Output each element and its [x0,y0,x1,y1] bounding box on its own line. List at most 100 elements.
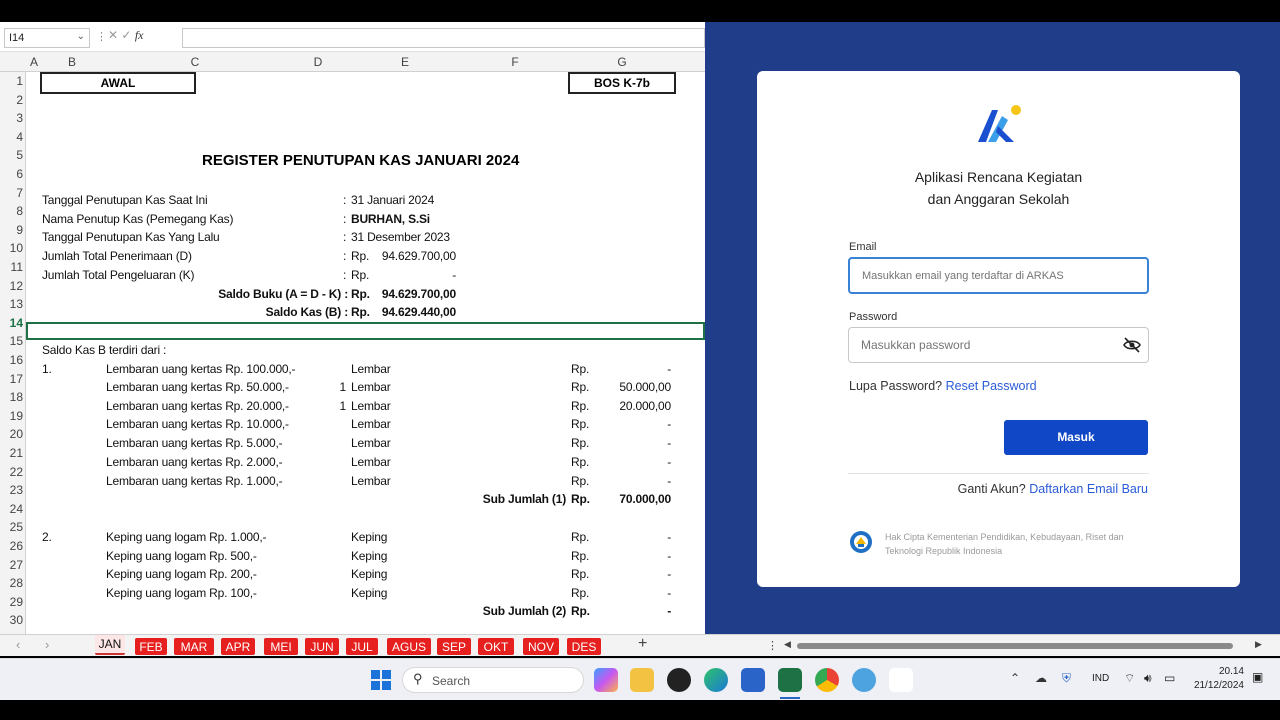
windows-start-icon[interactable] [371,670,391,690]
store-icon[interactable] [741,668,765,692]
name-box[interactable]: I14 ⌄ [4,28,90,48]
row-header[interactable]: 24 [0,502,25,516]
dell-icon[interactable] [667,668,691,692]
row-header[interactable]: 30 [0,613,25,627]
chevron-right-icon[interactable]: › [45,637,49,652]
col-header-d[interactable]: D [288,55,348,69]
value-saldo-buku: 94.629.700,00 [381,287,456,301]
row-header[interactable]: 26 [0,539,25,553]
eye-off-icon[interactable] [1123,337,1141,353]
clock-date[interactable]: 21/12/2024 [1188,680,1244,691]
logam-unit: Keping [351,567,388,581]
row-header[interactable]: 16 [0,353,25,367]
excel-icon[interactable] [778,668,802,692]
login-button[interactable]: Masuk [1004,420,1148,455]
cloud-icon[interactable]: ☁ [1035,671,1047,685]
row-header[interactable]: 11 [0,260,25,274]
row-header[interactable]: 14 [0,316,25,330]
shield-icon[interactable]: ⛨ [1062,671,1071,686]
row-header[interactable]: 22 [0,465,25,479]
row-header[interactable]: 7 [0,186,25,200]
row-header[interactable]: 6 [0,167,25,181]
sheet-tab-okt[interactable]: OKT [478,638,514,655]
row-header[interactable]: 13 [0,297,25,311]
row-header[interactable]: 15 [0,334,25,348]
sheet-tab-jul[interactable]: JUL [346,638,378,655]
sheet-tab-apr[interactable]: APR [221,638,255,655]
row-header[interactable]: 1 [0,74,25,88]
sheet-tabs-bar: ‹ › JAN FEB MAR APR MEI JUN JUL AGUS SEP OKT NOV DE… [0,634,705,656]
scroll-right-icon[interactable]: ▶ [1255,639,1262,650]
add-sheet-button[interactable]: + [638,635,647,653]
col-header-b[interactable]: B [42,55,102,69]
sheet-tab-nov[interactable]: NOV [523,638,559,655]
volume-icon[interactable]: 🔊︎ [1144,671,1152,686]
logam-label: Keping uang logam Rp. 100,- [106,586,257,600]
chevron-left-icon[interactable]: ‹ [16,637,20,652]
row-header[interactable]: 29 [0,595,25,609]
row-header[interactable]: 19 [0,409,25,423]
password-field[interactable] [848,327,1149,363]
col-header-f[interactable]: F [462,55,568,69]
selected-cell[interactable] [26,322,705,340]
search-box[interactable]: ⚲ Search [402,667,584,693]
label-saldo-kas-b: Saldo Kas B terdiri dari : [42,343,167,357]
excel-window: I14 ⌄ ⋮ ✕ ✓ fx A B C D E F G 1 2 3 4 5 6 7 8 9 10 1… [0,22,705,634]
col-header-c[interactable]: C [102,55,288,69]
sheet-tab-des[interactable]: DES [567,638,601,655]
battery-icon[interactable]: ▭ [1164,671,1175,685]
copilot-icon[interactable] [594,668,618,692]
sheet-tab-agus[interactable]: AGUS [387,638,431,655]
value-tanggal-lalu: 31 Desember 2023 [351,230,450,244]
edge-icon[interactable] [704,668,728,692]
col-header-g[interactable]: G [568,55,676,69]
formula-controls: ✕ ✓ fx [108,28,178,48]
scrollbar-thumb[interactable] [797,643,1233,649]
sheet-tab-feb[interactable]: FEB [135,638,167,655]
row-header[interactable]: 25 [0,520,25,534]
clock-time[interactable]: 20.14 [1188,666,1244,677]
photos-icon[interactable] [852,668,876,692]
sheet-tab-jan[interactable]: JAN [95,635,125,655]
wifi-icon[interactable]: ⌔ [1124,671,1135,686]
row-header[interactable]: 4 [0,130,25,144]
row-header[interactable]: 17 [0,372,25,386]
email-field[interactable] [848,257,1149,294]
row-header[interactable]: 2 [0,93,25,107]
scroll-left-icon[interactable]: ◀ [784,639,791,650]
cancel-icon[interactable]: ✕ [108,28,118,42]
formula-input[interactable] [182,28,705,48]
fx-icon[interactable]: fx [135,28,144,42]
row-header[interactable]: 9 [0,223,25,237]
row-header[interactable]: 12 [0,279,25,293]
row-header[interactable]: 18 [0,390,25,404]
chevron-up-icon[interactable]: ⌃ [1010,671,1020,685]
row-header[interactable]: 3 [0,111,25,125]
row-header[interactable]: 21 [0,446,25,460]
sheet-tab-mei[interactable]: MEI [264,638,298,655]
label-saldo-buku: Saldo Buku (A = D - K) : [218,287,348,301]
file-explorer-icon[interactable] [630,668,654,692]
language-indicator[interactable]: IND [1092,673,1109,684]
sheet-tab-sep[interactable]: SEP [437,638,471,655]
notification-icon[interactable]: ▣ [1252,670,1263,684]
sheet-tab-mar[interactable]: MAR [174,638,214,655]
row-header[interactable]: 28 [0,576,25,590]
row-header[interactable]: 27 [0,558,25,572]
row-header[interactable]: 8 [0,204,25,218]
arkas-app-icon[interactable] [889,668,913,692]
col-header-a[interactable]: A [26,55,42,69]
row-header[interactable]: 5 [0,148,25,162]
horizontal-scrollbar[interactable]: ⋮ ◀ ▶ [705,634,1280,656]
register-link[interactable]: Daftarkan Email Baru [1029,482,1148,496]
label-pengeluaran: Jumlah Total Pengeluaran (K) [42,268,195,282]
sheet-tab-jun[interactable]: JUN [305,638,339,655]
chrome-icon[interactable] [815,668,839,692]
row-header[interactable]: 23 [0,483,25,497]
col-header-e[interactable]: E [348,55,462,69]
row-header[interactable]: 10 [0,241,25,255]
row-header[interactable]: 20 [0,427,25,441]
check-icon[interactable]: ✓ [121,28,131,42]
reset-password-link[interactable]: Reset Password [946,379,1037,393]
kertas-unit: Lembar [351,399,391,413]
